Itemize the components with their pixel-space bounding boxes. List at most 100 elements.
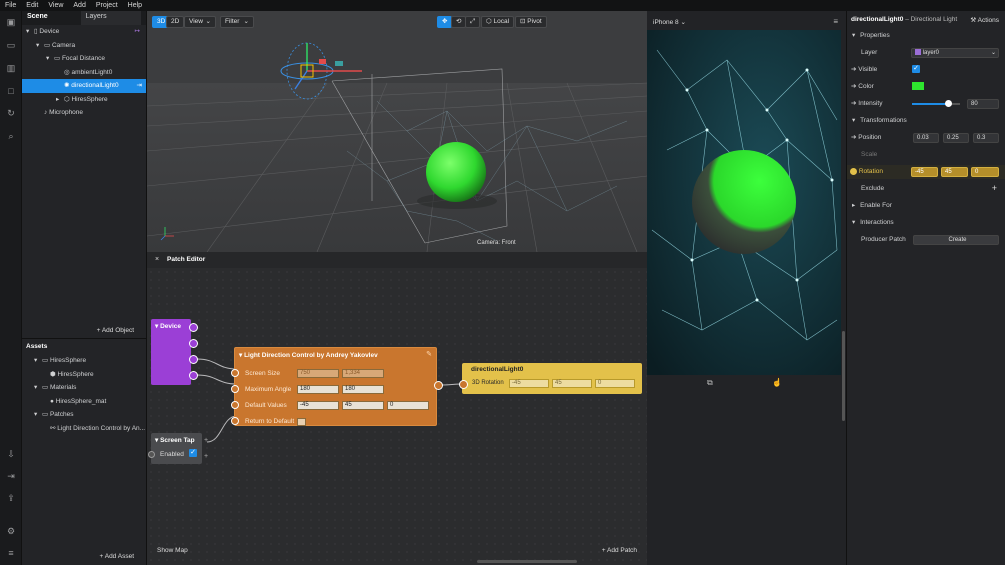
output-port[interactable] bbox=[189, 339, 198, 348]
asset-tree-item[interactable]: ● HiresSphere_mat bbox=[22, 395, 146, 409]
layer-dropdown[interactable]: layer0 ⌄ bbox=[911, 48, 999, 58]
triangle-down-icon[interactable]: ▾ bbox=[34, 381, 42, 395]
ldc-input-port[interactable] bbox=[231, 417, 239, 425]
rotation-z[interactable]: 0 bbox=[971, 167, 999, 177]
rotation-y[interactable]: 45 bbox=[941, 167, 968, 177]
share-icon[interactable]: ⇥ bbox=[6, 471, 16, 481]
ldc-field[interactable]: 750 bbox=[297, 369, 339, 378]
output-port[interactable] bbox=[189, 355, 198, 364]
add-asset-button[interactable]: + Add Asset bbox=[99, 553, 134, 560]
menu-item[interactable]: View bbox=[43, 2, 68, 9]
upload-icon[interactable]: ⇪ bbox=[6, 493, 16, 503]
export-icon[interactable]: ⇩ bbox=[6, 449, 16, 459]
position-x[interactable]: 0.03 bbox=[913, 133, 939, 143]
transformations-section[interactable]: ▾ Transformations bbox=[847, 114, 1005, 128]
patch-editor[interactable]: × Patch Editor ▾ Device ▾ Light Directio… bbox=[147, 252, 647, 565]
ldc-field[interactable]: 45 bbox=[342, 401, 384, 410]
triangle-down-icon[interactable]: ▾ bbox=[34, 354, 42, 368]
output-port[interactable] bbox=[189, 323, 198, 332]
patch-link-icon[interactable] bbox=[850, 167, 857, 175]
device-node[interactable]: ▾ Device bbox=[151, 319, 191, 385]
ldc-input-port[interactable] bbox=[231, 385, 239, 393]
layout-icon[interactable]: ▣ bbox=[6, 17, 16, 27]
intensity-field[interactable]: 80 bbox=[967, 99, 999, 109]
return-default-button[interactable] bbox=[297, 418, 306, 426]
pivot-button[interactable]: ⊡ Pivot bbox=[515, 16, 547, 28]
triangle-down-icon[interactable]: ▾ bbox=[34, 408, 42, 422]
position-z[interactable]: 0.3 bbox=[973, 133, 999, 143]
scene-tree-item[interactable]: ▸ ⬡ HiresSphere bbox=[22, 93, 146, 107]
position-y[interactable]: 0.25 bbox=[943, 133, 969, 143]
scene-tree-item[interactable]: ◎ ambientLight0 bbox=[22, 66, 146, 80]
rotation-x[interactable]: -45 bbox=[911, 167, 938, 177]
scene-viewport[interactable]: 3D 2D View ⌄ Filter ⌄ ✥ ⟲ ⤢ ⬡ Local ⊡ Pi… bbox=[147, 11, 647, 252]
interactions-section[interactable]: ▾ Interactions bbox=[847, 216, 1005, 230]
add-patch-button[interactable]: + Add Patch bbox=[602, 547, 637, 554]
tab-scene[interactable]: Scene bbox=[22, 11, 53, 25]
color-swatch[interactable] bbox=[912, 82, 924, 90]
visible-checkbox[interactable]: ✓ bbox=[912, 65, 920, 73]
triangle-down-icon[interactable]: ▾ bbox=[26, 25, 34, 39]
screen-tap-input-port[interactable] bbox=[148, 451, 155, 458]
menu-item[interactable]: Add bbox=[68, 2, 90, 9]
directional-light-node[interactable]: directionalLight0 3D Rotation -45 45 0 bbox=[462, 363, 642, 394]
asset-tree-item[interactable]: ▾ ▭ HiresSphere bbox=[22, 354, 146, 368]
device-selector[interactable]: iPhone 8 ⌄ bbox=[653, 18, 686, 26]
link-icon[interactable]: ↦ bbox=[135, 25, 140, 39]
ldc-field[interactable]: 180 bbox=[297, 385, 339, 394]
triangle-down-icon[interactable]: ▾ bbox=[46, 52, 54, 66]
camera-switch-icon[interactable]: ⧉ bbox=[707, 378, 713, 388]
search-icon[interactable]: ⌕ bbox=[6, 131, 16, 141]
add-exclude-icon[interactable]: + bbox=[992, 183, 997, 193]
ldc-field[interactable]: 1,334 bbox=[342, 369, 384, 378]
link-icon[interactable]: ⇥ bbox=[137, 79, 142, 93]
enable-for-section[interactable]: ▸ Enable For bbox=[847, 199, 1005, 213]
scene-tree-item[interactable]: ▾ ▭ Camera bbox=[22, 39, 146, 53]
ldc-field[interactable]: 180 bbox=[342, 385, 384, 394]
menu-item[interactable]: File bbox=[0, 2, 21, 9]
asset-tree-item[interactable]: ▾ ▭ Patches bbox=[22, 408, 146, 422]
scale-tool-icon[interactable]: ⤢ bbox=[465, 16, 481, 28]
local-button[interactable]: ⬡ Local bbox=[481, 16, 515, 28]
screen-tap-node[interactable]: ▾ Screen Tap Enabled ✓ bbox=[151, 433, 202, 464]
refresh-icon[interactable]: ↻ bbox=[6, 108, 16, 118]
create-button[interactable]: Create bbox=[913, 235, 999, 245]
scene-tree-item[interactable]: ♪ Microphone bbox=[22, 106, 146, 120]
output-port[interactable] bbox=[189, 371, 198, 380]
intensity-slider-handle[interactable] bbox=[945, 100, 952, 107]
menu-item[interactable]: Edit bbox=[21, 2, 43, 9]
ldc-field[interactable]: -45 bbox=[297, 401, 339, 410]
show-map-button[interactable]: Show Map bbox=[157, 547, 188, 554]
menu-item[interactable]: Help bbox=[123, 2, 147, 9]
horizontal-scrollbar[interactable] bbox=[477, 560, 577, 563]
settings-icon[interactable]: ⚙ bbox=[6, 526, 16, 536]
dl-input-port[interactable] bbox=[459, 380, 468, 389]
asset-tree-item[interactable]: ▾ ▭ Materials bbox=[22, 381, 146, 395]
mode-2d-button[interactable]: 2D bbox=[166, 16, 185, 28]
asset-tree-item[interactable]: ⚯ Light Direction Control by An... bbox=[22, 422, 146, 436]
columns-icon[interactable]: ▥ bbox=[6, 63, 16, 73]
filter-dropdown[interactable]: Filter ⌄ bbox=[220, 16, 254, 28]
scene-tree-item[interactable]: ✺ directionalLight0 ⇥ bbox=[22, 79, 146, 93]
ldc-output-port[interactable] bbox=[434, 381, 443, 390]
ldc-field[interactable]: 0 bbox=[387, 401, 429, 410]
touch-icon[interactable]: ☝ bbox=[772, 378, 782, 387]
ldc-input-port[interactable] bbox=[231, 369, 239, 377]
add-object-button[interactable]: + Add Object bbox=[97, 327, 134, 334]
log-icon[interactable]: ≡ bbox=[6, 548, 16, 558]
frame-icon[interactable]: □ bbox=[6, 86, 16, 96]
menu-item[interactable]: Project bbox=[91, 2, 123, 9]
triangle-right-icon[interactable]: ▸ bbox=[56, 93, 64, 107]
view-dropdown[interactable]: View ⌄ bbox=[184, 16, 216, 28]
plus-icon[interactable]: + bbox=[204, 453, 208, 460]
enabled-checkbox[interactable]: ✓ bbox=[189, 449, 197, 457]
vertical-scrollbar[interactable] bbox=[842, 331, 845, 421]
menu-icon[interactable]: ≡ bbox=[833, 17, 838, 26]
actions-button[interactable]: ⚒ Actions bbox=[970, 16, 999, 24]
scene-tree-item[interactable]: ▾ ▭ Focal Distance bbox=[22, 52, 146, 66]
tab-layers[interactable]: Layers bbox=[80, 11, 141, 25]
properties-section[interactable]: ▾ Properties bbox=[847, 29, 1005, 43]
triangle-down-icon[interactable]: ▾ bbox=[36, 39, 44, 53]
plus-icon[interactable]: + bbox=[204, 437, 208, 444]
scene-tree-item[interactable]: ▾ ▯ Device ↦ bbox=[22, 25, 146, 39]
